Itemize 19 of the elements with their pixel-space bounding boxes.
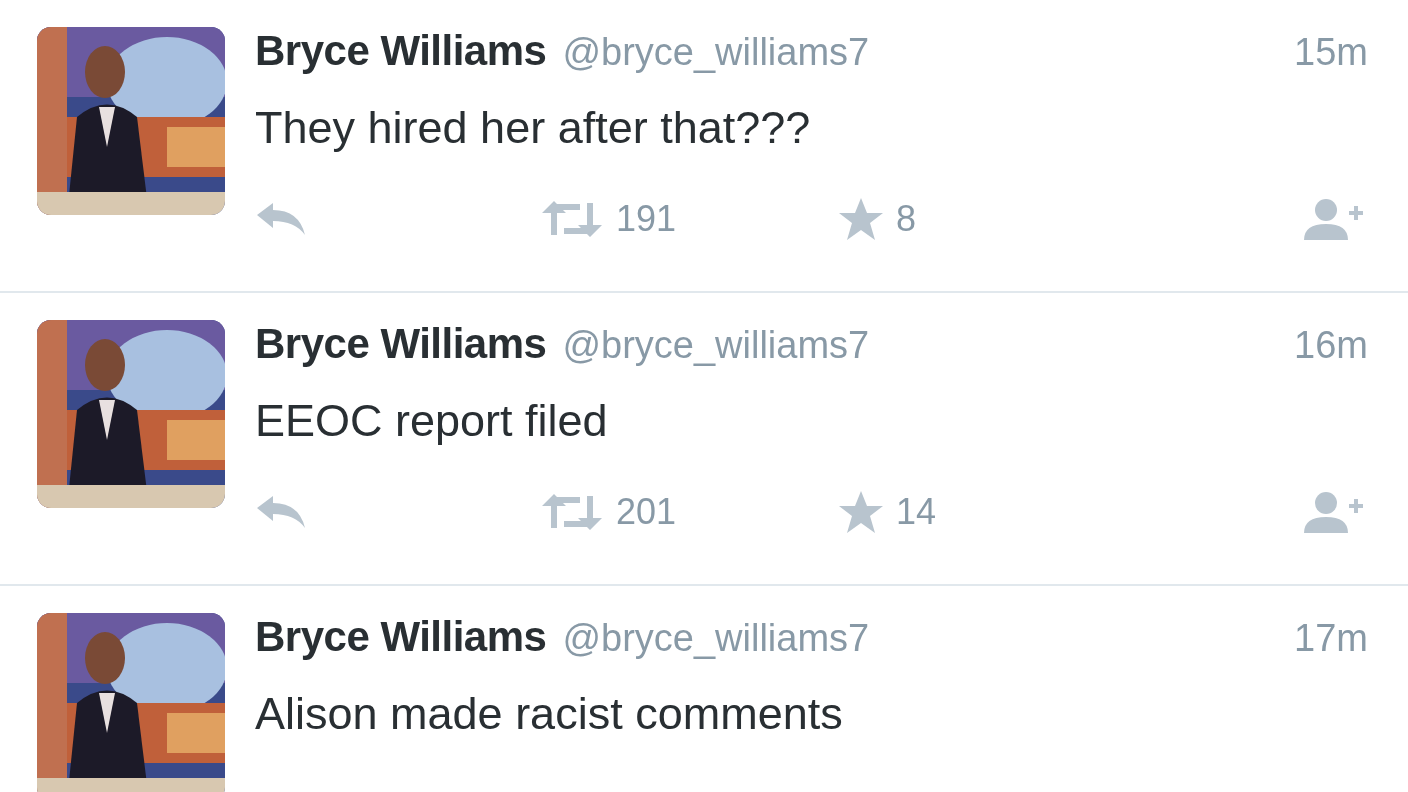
favorite-count: 8 (896, 198, 917, 240)
tweet-text: EEOC report filed (255, 395, 609, 447)
tweet-time: 15m (1294, 31, 1368, 74)
retweet-count: 191 (616, 198, 677, 240)
user-name[interactable]: Bryce Williams (255, 613, 547, 661)
user-name[interactable]: Bryce Williams (255, 320, 547, 368)
retweet-icon[interactable] (540, 199, 604, 239)
tweet-text: Alison made racist comments (255, 688, 844, 740)
star-icon[interactable] (838, 490, 884, 534)
user-name[interactable]: Bryce Williams (255, 27, 547, 75)
star-icon[interactable] (838, 197, 884, 241)
tweet-time: 17m (1294, 617, 1368, 660)
reply-icon[interactable] (255, 201, 307, 237)
reply-icon[interactable] (255, 494, 307, 530)
tweet-text: They hired her after that??? (255, 102, 812, 154)
favorite-count: 14 (896, 491, 937, 533)
retweet-count: 201 (616, 491, 677, 533)
tweet-time: 16m (1294, 324, 1368, 367)
retweet-icon[interactable] (540, 492, 604, 532)
